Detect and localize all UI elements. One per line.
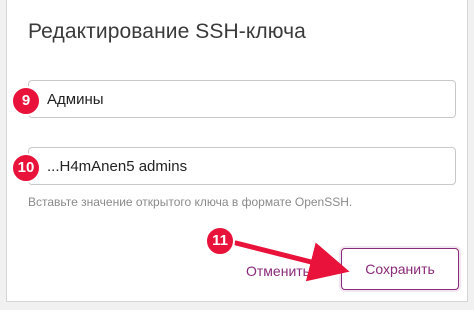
callout-badge-11: 11	[205, 226, 235, 256]
callout-arrow	[233, 240, 350, 282]
callout-badge-10: 10	[11, 153, 41, 183]
callout-badge-9: 9	[11, 86, 41, 116]
